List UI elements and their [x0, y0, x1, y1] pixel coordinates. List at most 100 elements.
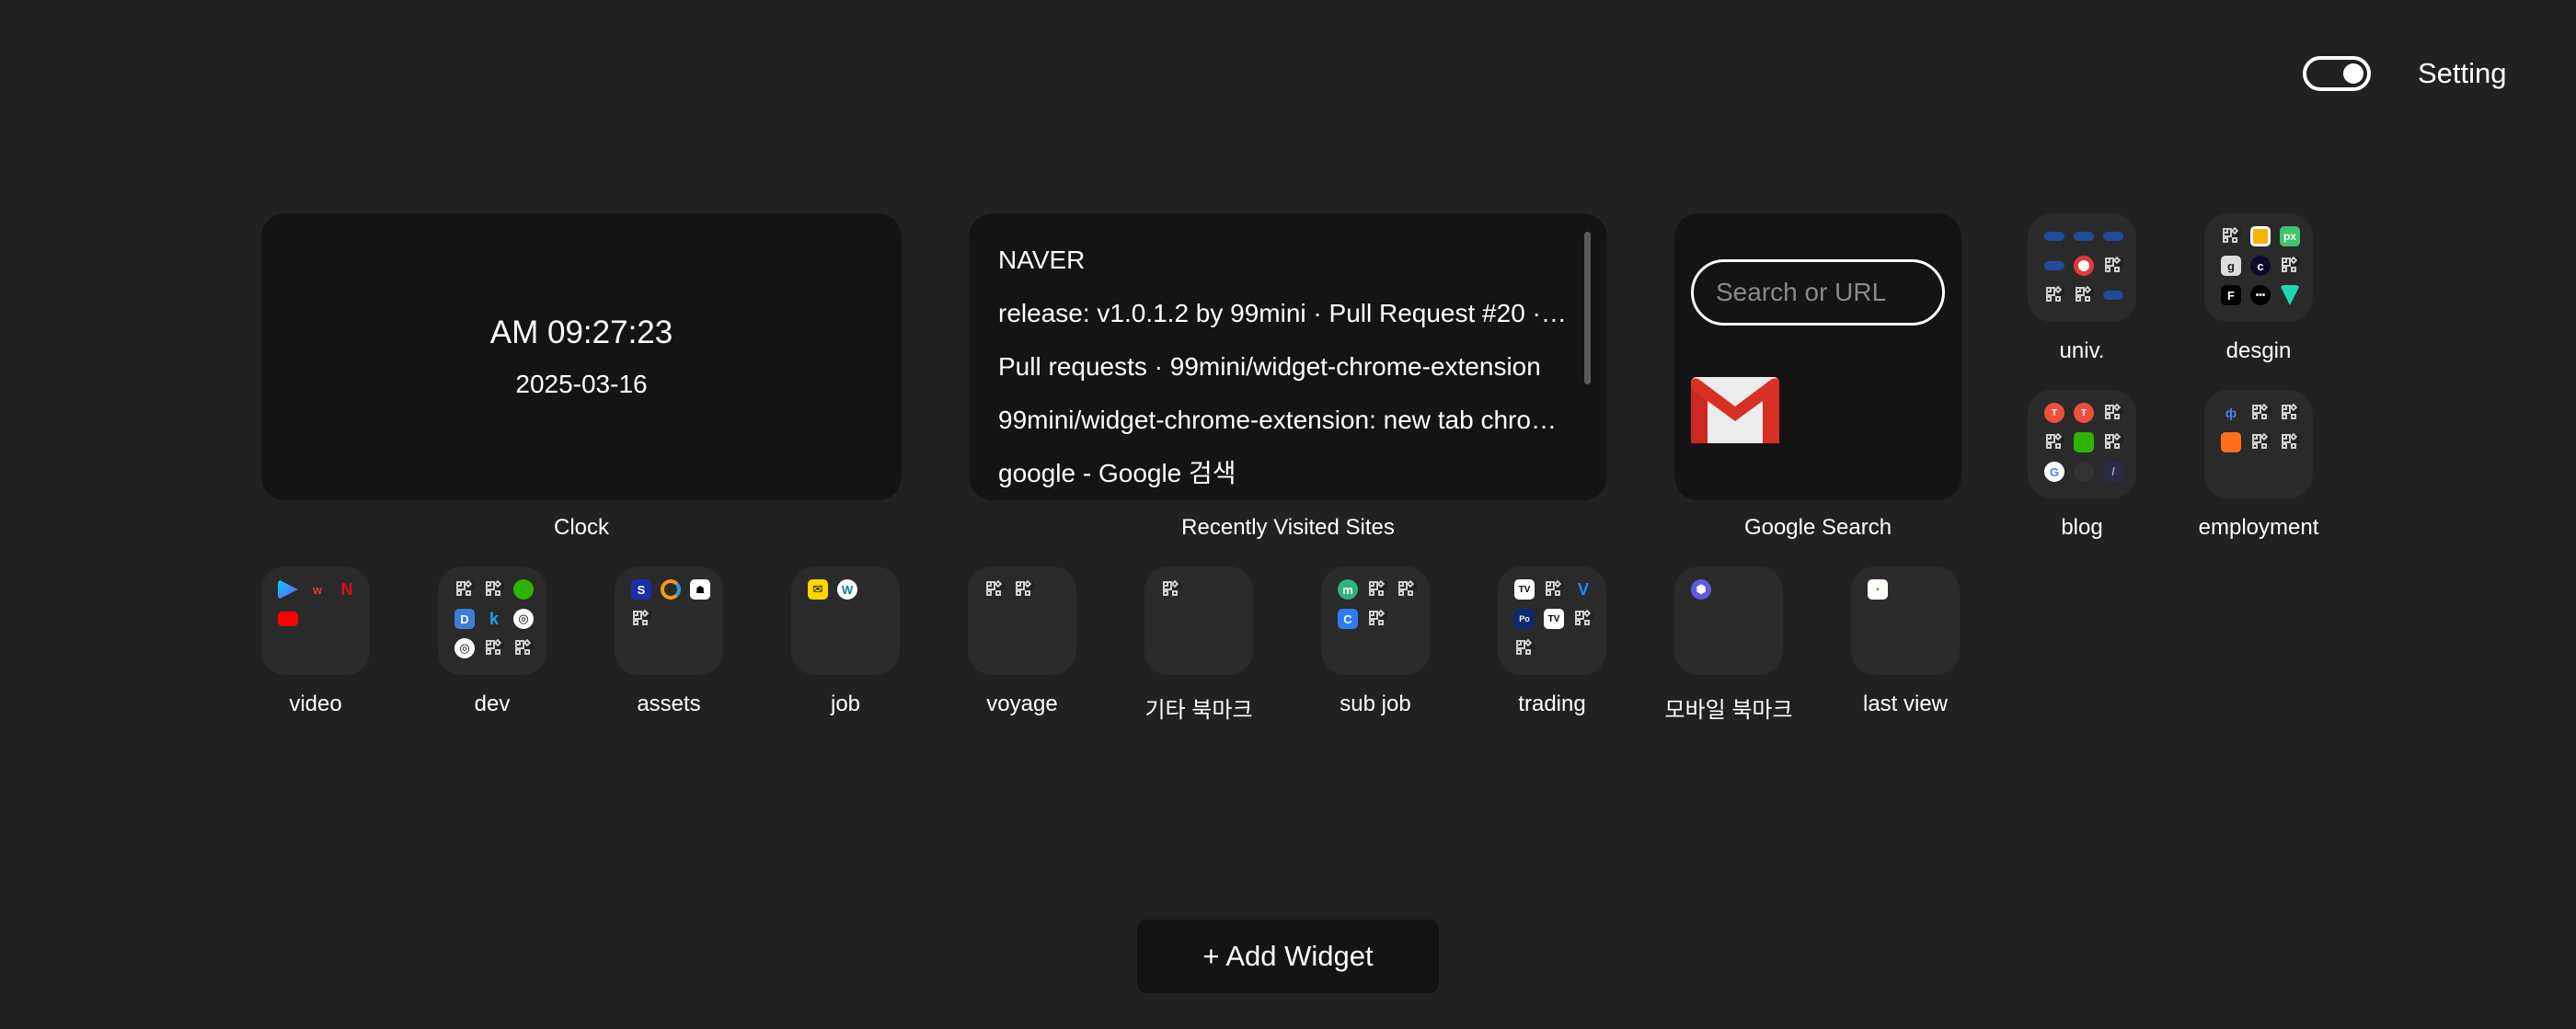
bookmark-icon: ••• [2250, 285, 2271, 305]
netflix-icon: N [340, 579, 353, 599]
bookmark-icon: ⬢ [1691, 579, 1711, 600]
google-search-label: Google Search [1743, 515, 1892, 540]
bookmark-icon [2044, 232, 2064, 241]
default-bookmark-icon [2044, 285, 2064, 305]
bookmark-icon [2103, 232, 2123, 241]
tistory-icon: T [2044, 403, 2064, 423]
default-bookmark-icon [1514, 638, 1535, 658]
folder-etc-bookmark[interactable] [1144, 566, 1253, 675]
folder-label: last view [1862, 692, 1949, 716]
add-widget-button[interactable]: + Add Widget [1137, 920, 1439, 993]
clock-time: AM 09:27:23 [489, 314, 673, 350]
theme-toggle[interactable] [2303, 56, 2371, 91]
bookmark-icon: ф [2225, 406, 2237, 420]
bookmark-icon: D [454, 609, 475, 629]
recent-site-item[interactable]: google - Google 검색 [998, 447, 1570, 500]
bookmark-icon [2044, 261, 2064, 270]
folder-label: assets [637, 692, 701, 716]
github-icon [2074, 462, 2094, 482]
recent-site-item[interactable]: NAVER [998, 234, 1570, 287]
scrollbar[interactable] [1584, 232, 1591, 384]
bookmark-icon: ✉ [808, 579, 828, 600]
google-icon: G [2044, 462, 2064, 482]
folder-assets[interactable]: S ☗ [615, 566, 723, 675]
bookmark-icon: S [631, 579, 651, 600]
folder-label: dev [474, 692, 511, 716]
default-bookmark-icon [2250, 403, 2271, 423]
default-bookmark-icon [2103, 256, 2123, 276]
play-store-icon [278, 579, 298, 600]
default-bookmark-icon [2074, 285, 2094, 305]
default-bookmark-icon [631, 609, 651, 629]
folder-voyage[interactable] [968, 566, 1076, 675]
bookmark-icon [661, 579, 681, 600]
chatgpt-icon: ◎ [454, 638, 475, 658]
default-bookmark-icon [2221, 226, 2241, 246]
default-bookmark-icon [1161, 579, 1181, 600]
default-bookmark-icon [2280, 403, 2300, 423]
default-bookmark-icon [2250, 432, 2271, 452]
folder-sub-job[interactable]: m C [1321, 566, 1430, 675]
gmail-icon[interactable] [1691, 377, 1779, 443]
default-bookmark-icon [1544, 579, 1564, 600]
folder-label: 기타 북마크 [1144, 698, 1253, 723]
bookmark-icon [513, 579, 534, 600]
bookmark-icon [2074, 232, 2094, 241]
tistory-icon: T [2074, 403, 2094, 423]
figma-icon: F [2221, 285, 2241, 305]
folder-trading[interactable]: TV V Po TV [1498, 566, 1606, 675]
folder-label: trading [1518, 692, 1586, 716]
folder-blog[interactable]: T T G / [2028, 390, 2136, 498]
clock-widget: AM 09:27:23 2025-03-16 [261, 213, 902, 500]
chatgpt-icon: ◎ [513, 609, 534, 629]
default-bookmark-icon [984, 579, 1005, 600]
clock-label: Clock [553, 515, 610, 540]
folder-label: univ. [2059, 338, 2105, 363]
folder-mobile-bookmark[interactable]: ⬢ [1674, 566, 1783, 675]
bookmark-icon: w [312, 582, 323, 597]
folder-job[interactable]: ✉ W [791, 566, 900, 675]
wordpress-icon: W [837, 579, 857, 600]
bookmark-icon: / [2103, 462, 2123, 482]
recent-sites-label: Recently Visited Sites [1181, 515, 1395, 540]
default-bookmark-icon [484, 638, 504, 658]
bookmark-icon: V [1577, 579, 1589, 599]
folder-dev[interactable]: D k ◎ ◎ [438, 566, 546, 675]
folder-label: video [289, 692, 342, 716]
bookmark-icon: g [2221, 256, 2241, 276]
default-bookmark-icon [1397, 579, 1417, 600]
folder-label: desgin [2225, 338, 2292, 363]
recent-site-item[interactable]: Pull requests · 99mini/widget-chrome-ext… [998, 340, 1570, 394]
recent-site-item[interactable]: release: v1.0.1.2 by 99mini · Pull Reque… [998, 287, 1570, 340]
folder-label: job [830, 692, 861, 716]
folder-employment[interactable]: ф [2204, 390, 2313, 498]
default-bookmark-icon [2280, 432, 2300, 452]
recent-sites-widget: NAVER release: v1.0.1.2 by 99mini · Pull… [969, 213, 1607, 500]
folder-label: voyage [986, 692, 1058, 716]
folder-last-view[interactable]: ▪ [1851, 566, 1960, 675]
setting-button[interactable]: Setting [2418, 53, 2507, 94]
youtube-icon [278, 612, 298, 626]
bookmark-icon: C [1338, 609, 1358, 629]
default-bookmark-icon [484, 579, 504, 600]
recent-site-item[interactable]: 99mini/widget-chrome-extension: new tab … [998, 394, 1570, 447]
default-bookmark-icon [454, 579, 475, 600]
bookmark-icon: c [2250, 256, 2271, 276]
chart-icon [2074, 432, 2094, 452]
default-bookmark-icon [1367, 609, 1387, 629]
bookmark-icon: k [489, 609, 499, 628]
default-bookmark-icon [1367, 579, 1387, 600]
folder-video[interactable]: w N [261, 566, 370, 675]
folder-label: employment [2198, 515, 2319, 540]
search-input[interactable]: Search or URL [1691, 259, 1945, 326]
default-bookmark-icon [2103, 403, 2123, 423]
clock-date: 2025-03-16 [515, 370, 648, 398]
default-bookmark-icon [1573, 609, 1593, 629]
bookmark-icon: ▪ [1868, 579, 1888, 600]
bookmark-icon [2221, 432, 2241, 452]
folder-univ[interactable] [2028, 213, 2136, 322]
tradingview-icon: TV [1514, 579, 1535, 600]
bookmark-icon [2103, 291, 2123, 300]
folder-desgin[interactable]: px g c F ••• [2204, 213, 2313, 322]
folder-label: 모바일 북마크 [1664, 698, 1793, 723]
